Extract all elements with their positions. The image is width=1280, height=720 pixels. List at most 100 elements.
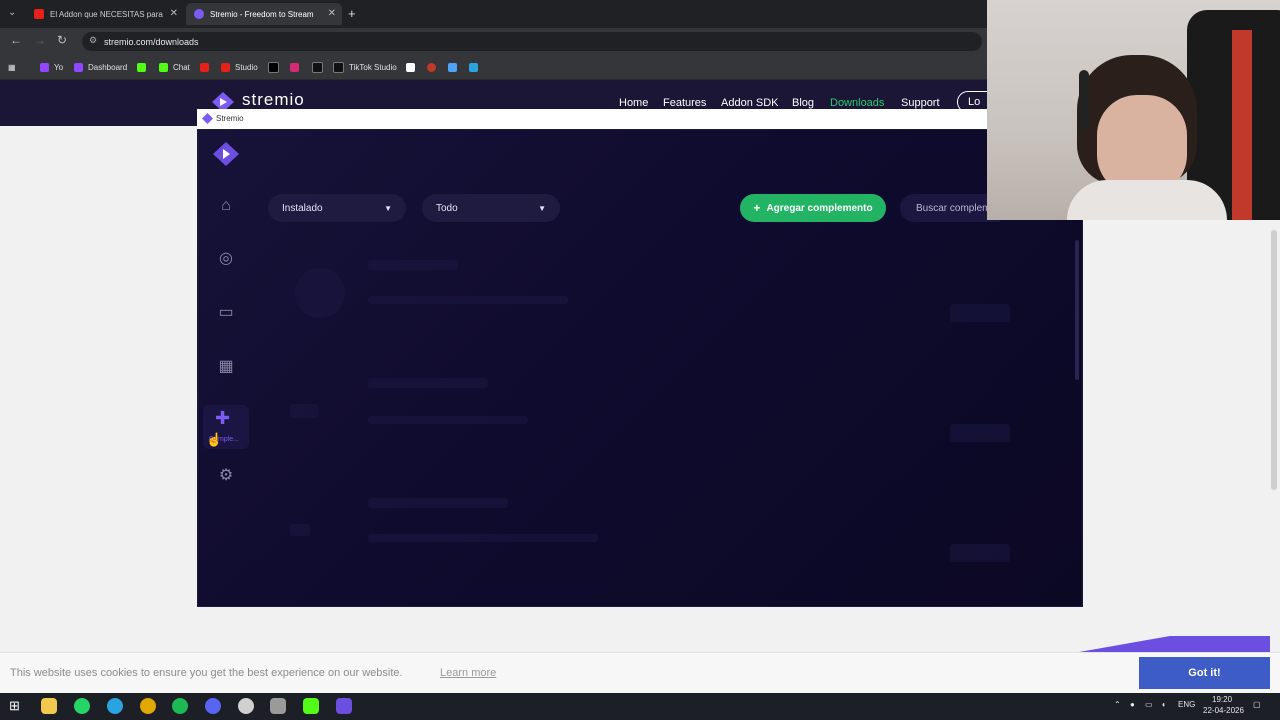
tiktok-icon <box>333 61 344 73</box>
nav-home[interactable]: Home <box>619 97 648 109</box>
search-placeholder: Buscar complem <box>916 202 991 214</box>
reload-icon[interactable]: ↻ <box>57 33 67 47</box>
volume-icon[interactable]: ◖ <box>1161 700 1166 709</box>
learn-more-link[interactable]: Learn more <box>440 667 496 679</box>
calendar-icon[interactable]: ▦ <box>215 356 237 378</box>
windows-taskbar <box>0 693 1280 720</box>
nav-features[interactable]: Features <box>663 97 706 109</box>
tab-title: El Addon que NECESITAS para <box>50 9 163 19</box>
file-explorer-icon[interactable] <box>41 698 57 714</box>
cookie-accept-button[interactable]: Got it! <box>1139 657 1270 689</box>
settings-icon[interactable] <box>270 698 286 714</box>
addon-placeholder-desc <box>368 296 568 304</box>
addon-placeholder-title <box>368 260 458 270</box>
tab-stremio[interactable]: Stremio - Freedom to Stream ✕ <box>186 3 342 25</box>
site-logo-text[interactable]: stremio <box>242 90 305 110</box>
addon-placeholder-title <box>368 378 488 388</box>
bookmark-misc-3[interactable] <box>448 60 462 74</box>
bookmark-yo[interactable]: Yo <box>40 60 63 74</box>
stremio-logo-icon[interactable] <box>213 142 239 166</box>
cookie-text: This website uses cookies to ensure you … <box>10 667 403 679</box>
dropdown-value: Todo <box>436 202 458 214</box>
bookmark-k[interactable] <box>137 60 151 74</box>
site-info-icon[interactable]: ⚙ <box>89 35 97 46</box>
language-indicator[interactable]: ENG <box>1178 700 1195 709</box>
kick-icon[interactable] <box>303 698 319 714</box>
library-icon[interactable]: ▭ <box>215 302 237 324</box>
nav-addon-sdk[interactable]: Addon SDK <box>721 97 778 109</box>
apps-icon[interactable]: ▦ <box>8 60 16 74</box>
bookmark-label: Studio <box>235 62 258 72</box>
close-icon[interactable]: ✕ <box>328 8 336 19</box>
bookmark-misc-4[interactable] <box>469 60 483 74</box>
bookmark-misc-2[interactable] <box>427 60 441 74</box>
add-addon-button[interactable]: + Agregar complemento <box>740 194 886 222</box>
bookmark-studio[interactable]: Studio <box>221 60 258 74</box>
stremio-icon[interactable] <box>336 698 352 714</box>
addon-placeholder-desc <box>368 534 598 542</box>
stremio-icon <box>194 9 204 19</box>
decorative-stripe <box>1040 636 1270 652</box>
discord-icon[interactable] <box>205 698 221 714</box>
addon-placeholder-logo <box>290 404 318 418</box>
notifications-icon[interactable]: ▢ <box>1253 700 1261 709</box>
clock-time[interactable]: 19:20 <box>1212 695 1232 704</box>
stremio-icon <box>202 113 213 124</box>
caret-down-icon: ▼ <box>538 203 546 213</box>
addon-placeholder-desc <box>368 416 528 424</box>
address-bar[interactable]: ⚙ stremio.com/downloads <box>82 32 982 51</box>
tab-search-icon[interactable]: ⌄ <box>8 7 16 18</box>
bookmark-label: Chat <box>173 62 190 72</box>
forward-icon[interactable]: → <box>34 33 46 47</box>
bookmark-x[interactable] <box>268 60 284 74</box>
bookmark-tiktok-studio[interactable]: TikTok Studio <box>333 60 397 74</box>
bookmark-misc-1[interactable] <box>406 60 420 74</box>
telegram-icon[interactable] <box>107 698 123 714</box>
tray-overflow-icon[interactable]: ⌃ <box>1114 700 1121 709</box>
clock-date[interactable]: 22-04-2026 <box>1203 706 1244 715</box>
bookmark-dashboard[interactable]: Dashboard <box>74 60 127 74</box>
settings-icon[interactable]: ⚙ <box>215 465 237 487</box>
addon-search-input[interactable]: Buscar complem <box>900 194 1000 222</box>
microphone-icon[interactable]: ● <box>1130 700 1135 709</box>
bookmark-instagram[interactable] <box>290 60 304 74</box>
installed-filter-dropdown[interactable]: Instalado ▼ <box>268 194 406 222</box>
chrome-icon[interactable] <box>140 698 156 714</box>
obs-icon[interactable] <box>238 698 254 714</box>
twitch-icon <box>40 62 49 72</box>
twitch-icon <box>74 62 83 72</box>
nav-blog[interactable]: Blog <box>792 97 814 109</box>
type-filter-dropdown[interactable]: Todo ▼ <box>422 194 560 222</box>
addon-placeholder-title <box>368 498 508 508</box>
gemini-icon <box>448 62 457 72</box>
x-icon <box>268 61 279 73</box>
addon-placeholder-logo <box>295 268 345 318</box>
kick-icon <box>159 62 168 72</box>
nav-downloads[interactable]: Downloads <box>830 97 884 109</box>
scrollbar[interactable] <box>1075 240 1079 380</box>
instagram-icon <box>290 62 299 72</box>
addon-placeholder-button <box>950 544 1010 562</box>
spotify-icon[interactable] <box>172 698 188 714</box>
bookmark-chat[interactable]: Chat <box>159 60 190 74</box>
close-icon[interactable]: ✕ <box>170 8 178 19</box>
tab-addon-video[interactable]: El Addon que NECESITAS para ✕ <box>26 3 184 25</box>
webcam-overlay <box>987 0 1280 220</box>
cookie-accept-label: Got it! <box>1188 667 1221 679</box>
discover-icon[interactable]: ◎ <box>215 248 237 270</box>
nav-support[interactable]: Support <box>901 97 940 109</box>
back-icon[interactable]: ← <box>10 33 22 47</box>
bookmark-tiktok[interactable] <box>312 60 328 74</box>
bookmark-youtube[interactable] <box>200 60 214 74</box>
bookmark-label: Dashboard <box>88 62 128 72</box>
kick-icon <box>137 62 146 72</box>
network-icon[interactable]: ▭ <box>1145 700 1153 709</box>
page-scrollbar[interactable] <box>1271 230 1277 490</box>
whatsapp-icon[interactable] <box>74 698 90 714</box>
new-tab-button[interactable]: + <box>348 6 356 21</box>
stremio-titlebar: Stremio <box>197 109 987 129</box>
home-icon[interactable]: ⌂ <box>215 195 237 217</box>
dropdown-value: Instalado <box>282 202 323 214</box>
windows-start-icon[interactable]: ⊞ <box>9 698 20 714</box>
person-shirt <box>1067 180 1227 220</box>
